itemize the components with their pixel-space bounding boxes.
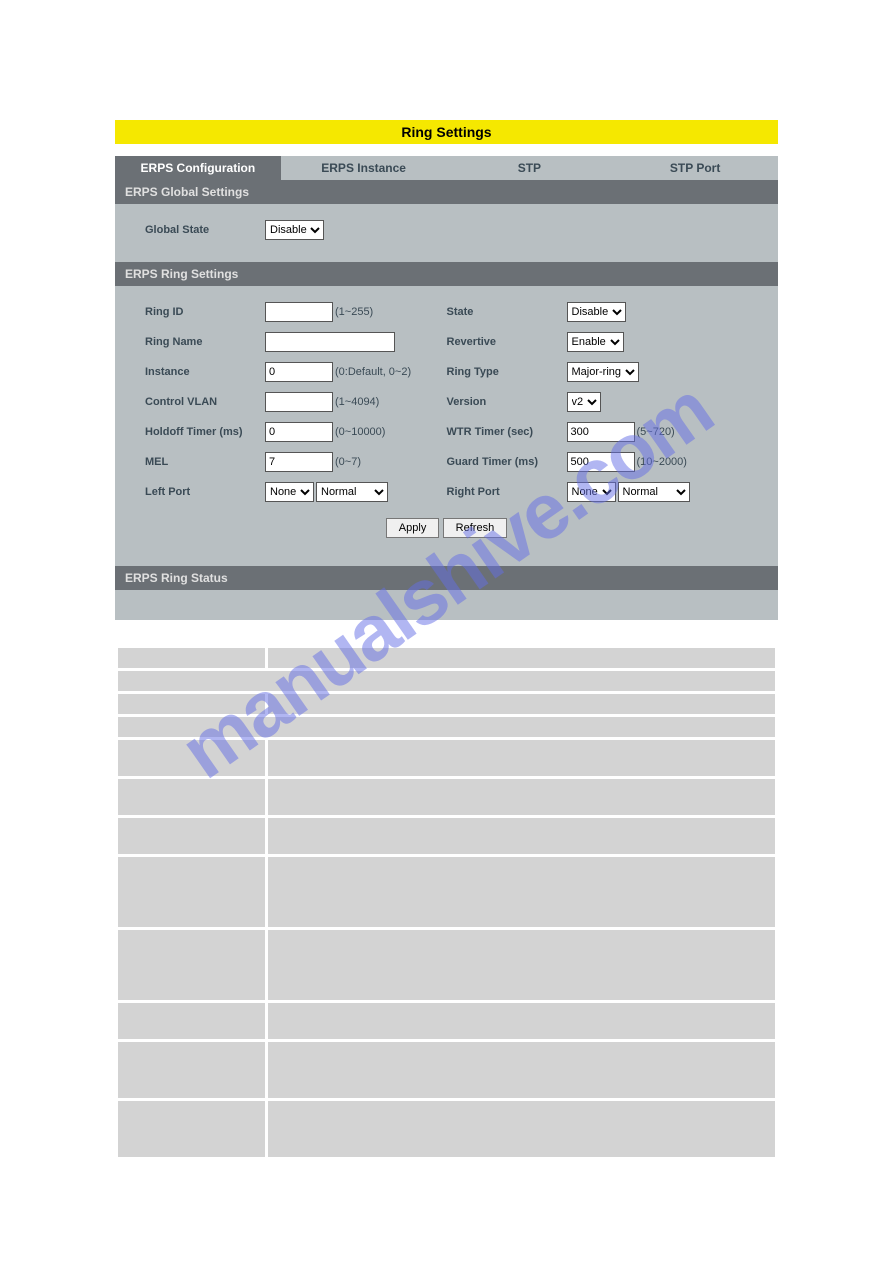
section-body-ring: Ring ID (1~255) State Disable Ring Name …	[115, 286, 778, 566]
ring-type-select[interactable]: Major-ring	[567, 362, 639, 382]
section-body-status	[115, 590, 778, 620]
mel-input[interactable]	[265, 452, 333, 472]
table-cell	[267, 929, 777, 1002]
table-cell	[267, 647, 777, 670]
table-cell	[267, 817, 777, 856]
control-vlan-label: Control VLAN	[145, 396, 265, 408]
version-select[interactable]: v2	[567, 392, 601, 412]
version-label: Version	[447, 396, 567, 408]
description-table	[115, 645, 778, 1160]
revertive-label: Revertive	[447, 336, 567, 348]
page-title: Ring Settings	[115, 120, 778, 144]
ring-name-input[interactable]	[265, 332, 395, 352]
table-cell	[117, 778, 267, 817]
right-port-label: Right Port	[447, 486, 567, 498]
global-state-select[interactable]: Disable	[265, 220, 324, 240]
table-cell	[117, 716, 777, 739]
guard-hint: (10~2000)	[637, 456, 687, 468]
table-cell	[117, 1041, 267, 1100]
table-cell	[267, 778, 777, 817]
right-port-mode-select[interactable]: Normal	[618, 482, 690, 502]
left-port-select[interactable]: None	[265, 482, 314, 502]
tab-erps-configuration[interactable]: ERPS Configuration	[115, 156, 281, 180]
wtr-label: WTR Timer (sec)	[447, 426, 567, 438]
global-state-label: Global State	[145, 224, 265, 236]
table-cell	[267, 739, 777, 778]
table-cell	[267, 1100, 777, 1159]
control-vlan-hint: (1~4094)	[335, 396, 379, 408]
table-cell	[267, 1041, 777, 1100]
table-cell	[267, 1002, 777, 1041]
tab-stp[interactable]: STP	[447, 156, 613, 180]
table-cell	[117, 647, 267, 670]
mel-hint: (0~7)	[335, 456, 361, 468]
ring-id-label: Ring ID	[145, 306, 265, 318]
apply-button[interactable]: Apply	[386, 518, 440, 538]
right-port-select[interactable]: None	[567, 482, 616, 502]
mel-label: MEL	[145, 456, 265, 468]
instance-label: Instance	[145, 366, 265, 378]
ring-type-label: Ring Type	[447, 366, 567, 378]
table-cell	[117, 739, 267, 778]
guard-input[interactable]	[567, 452, 635, 472]
ring-id-hint: (1~255)	[335, 306, 373, 318]
section-header-ring: ERPS Ring Settings	[115, 262, 778, 286]
instance-input[interactable]	[265, 362, 333, 382]
section-header-global: ERPS Global Settings	[115, 180, 778, 204]
state-label: State	[447, 306, 567, 318]
table-cell	[117, 1002, 267, 1041]
left-port-mode-select[interactable]: Normal	[316, 482, 388, 502]
wtr-input[interactable]	[567, 422, 635, 442]
state-select[interactable]: Disable	[567, 302, 626, 322]
table-cell	[117, 856, 267, 929]
ring-id-input[interactable]	[265, 302, 333, 322]
table-cell	[267, 856, 777, 929]
table-cell	[117, 817, 267, 856]
tab-bar: ERPS Configuration ERPS Instance STP STP…	[115, 156, 778, 180]
refresh-button[interactable]: Refresh	[443, 518, 508, 538]
guard-label: Guard Timer (ms)	[447, 456, 567, 468]
wtr-hint: (5~720)	[637, 426, 675, 438]
button-row: Apply Refresh	[145, 510, 748, 552]
control-vlan-input[interactable]	[265, 392, 333, 412]
table-cell	[117, 929, 267, 1002]
section-header-status: ERPS Ring Status	[115, 566, 778, 590]
section-body-global: Global State Disable	[115, 204, 778, 262]
table-cell	[267, 693, 777, 716]
holdoff-hint: (0~10000)	[335, 426, 385, 438]
holdoff-label: Holdoff Timer (ms)	[145, 426, 265, 438]
table-cell	[117, 1100, 267, 1159]
left-port-label: Left Port	[145, 486, 265, 498]
holdoff-input[interactable]	[265, 422, 333, 442]
main-panel: ERPS Global Settings Global State Disabl…	[115, 180, 778, 620]
tab-stp-port[interactable]: STP Port	[612, 156, 778, 180]
revertive-select[interactable]: Enable	[567, 332, 624, 352]
table-cell	[117, 693, 267, 716]
instance-hint: (0:Default, 0~2)	[335, 366, 411, 378]
ring-name-label: Ring Name	[145, 336, 265, 348]
tab-erps-instance[interactable]: ERPS Instance	[281, 156, 447, 180]
table-cell	[117, 670, 777, 693]
